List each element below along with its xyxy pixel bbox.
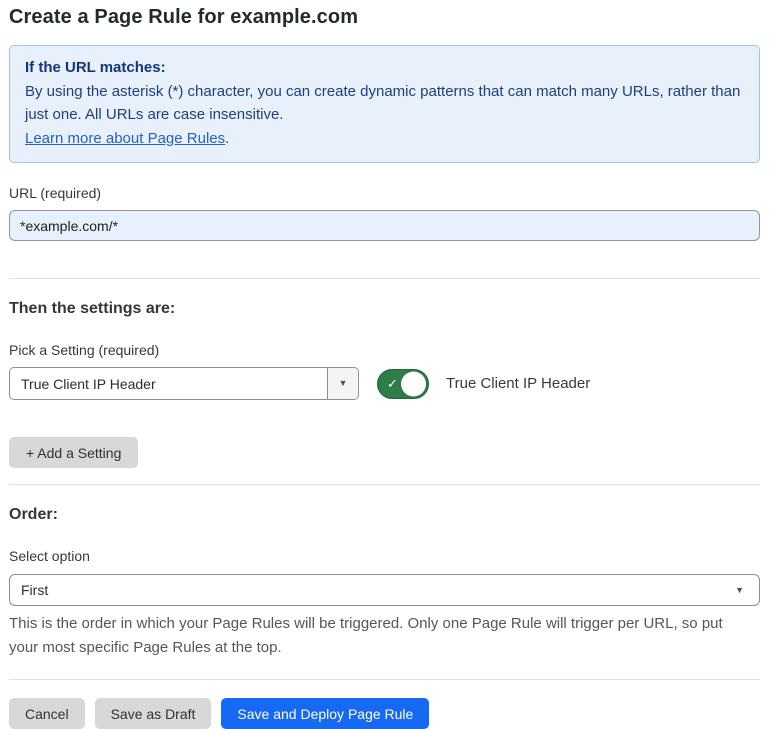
check-icon: ✓ bbox=[387, 377, 398, 390]
divider bbox=[9, 679, 760, 680]
order-select-label: Select option bbox=[9, 548, 760, 564]
info-box-link-line: Learn more about Page Rules. bbox=[25, 127, 744, 150]
info-box-body: By using the asterisk (*) character, you… bbox=[25, 80, 744, 126]
pick-setting-label: Pick a Setting (required) bbox=[9, 342, 760, 358]
info-box-heading: If the URL matches: bbox=[25, 56, 744, 80]
divider bbox=[9, 484, 760, 485]
chevron-down-icon: ▼ bbox=[735, 586, 744, 595]
page-title: Create a Page Rule for example.com bbox=[9, 6, 760, 29]
order-section-heading: Order: bbox=[9, 506, 760, 524]
pick-setting-select-value: True Client IP Header bbox=[10, 368, 327, 399]
save-and-deploy-button[interactable]: Save and Deploy Page Rule bbox=[221, 698, 429, 729]
toggle-label: True Client IP Header bbox=[446, 375, 590, 392]
url-input[interactable] bbox=[9, 210, 760, 241]
add-setting-button[interactable]: + Add a Setting bbox=[9, 437, 138, 468]
url-field-label: URL (required) bbox=[9, 185, 760, 201]
order-help-text: This is the order in which your Page Rul… bbox=[9, 612, 754, 660]
divider bbox=[9, 278, 760, 279]
page-rule-form: Create a Page Rule for example.com If th… bbox=[0, 0, 769, 729]
order-select-value: First bbox=[21, 582, 48, 598]
chevron-down-icon: ▼ bbox=[339, 379, 348, 388]
select-arrow-button[interactable]: ▼ bbox=[327, 368, 358, 399]
order-select[interactable]: First ▼ bbox=[9, 574, 760, 606]
toggle-knob bbox=[401, 371, 426, 396]
cancel-button[interactable]: Cancel bbox=[9, 698, 85, 729]
pick-setting-select[interactable]: True Client IP Header ▼ bbox=[9, 367, 359, 400]
true-client-ip-toggle[interactable]: ✓ bbox=[377, 369, 429, 399]
url-match-info-box: If the URL matches: By using the asteris… bbox=[9, 45, 760, 163]
save-as-draft-button[interactable]: Save as Draft bbox=[95, 698, 212, 729]
setting-row: True Client IP Header ▼ ✓ True Client IP… bbox=[9, 367, 760, 400]
settings-section-heading: Then the settings are: bbox=[9, 300, 760, 318]
learn-more-link[interactable]: Learn more about Page Rules bbox=[25, 130, 225, 147]
link-suffix: . bbox=[225, 130, 229, 147]
footer-actions: Cancel Save as Draft Save and Deploy Pag… bbox=[9, 698, 760, 729]
